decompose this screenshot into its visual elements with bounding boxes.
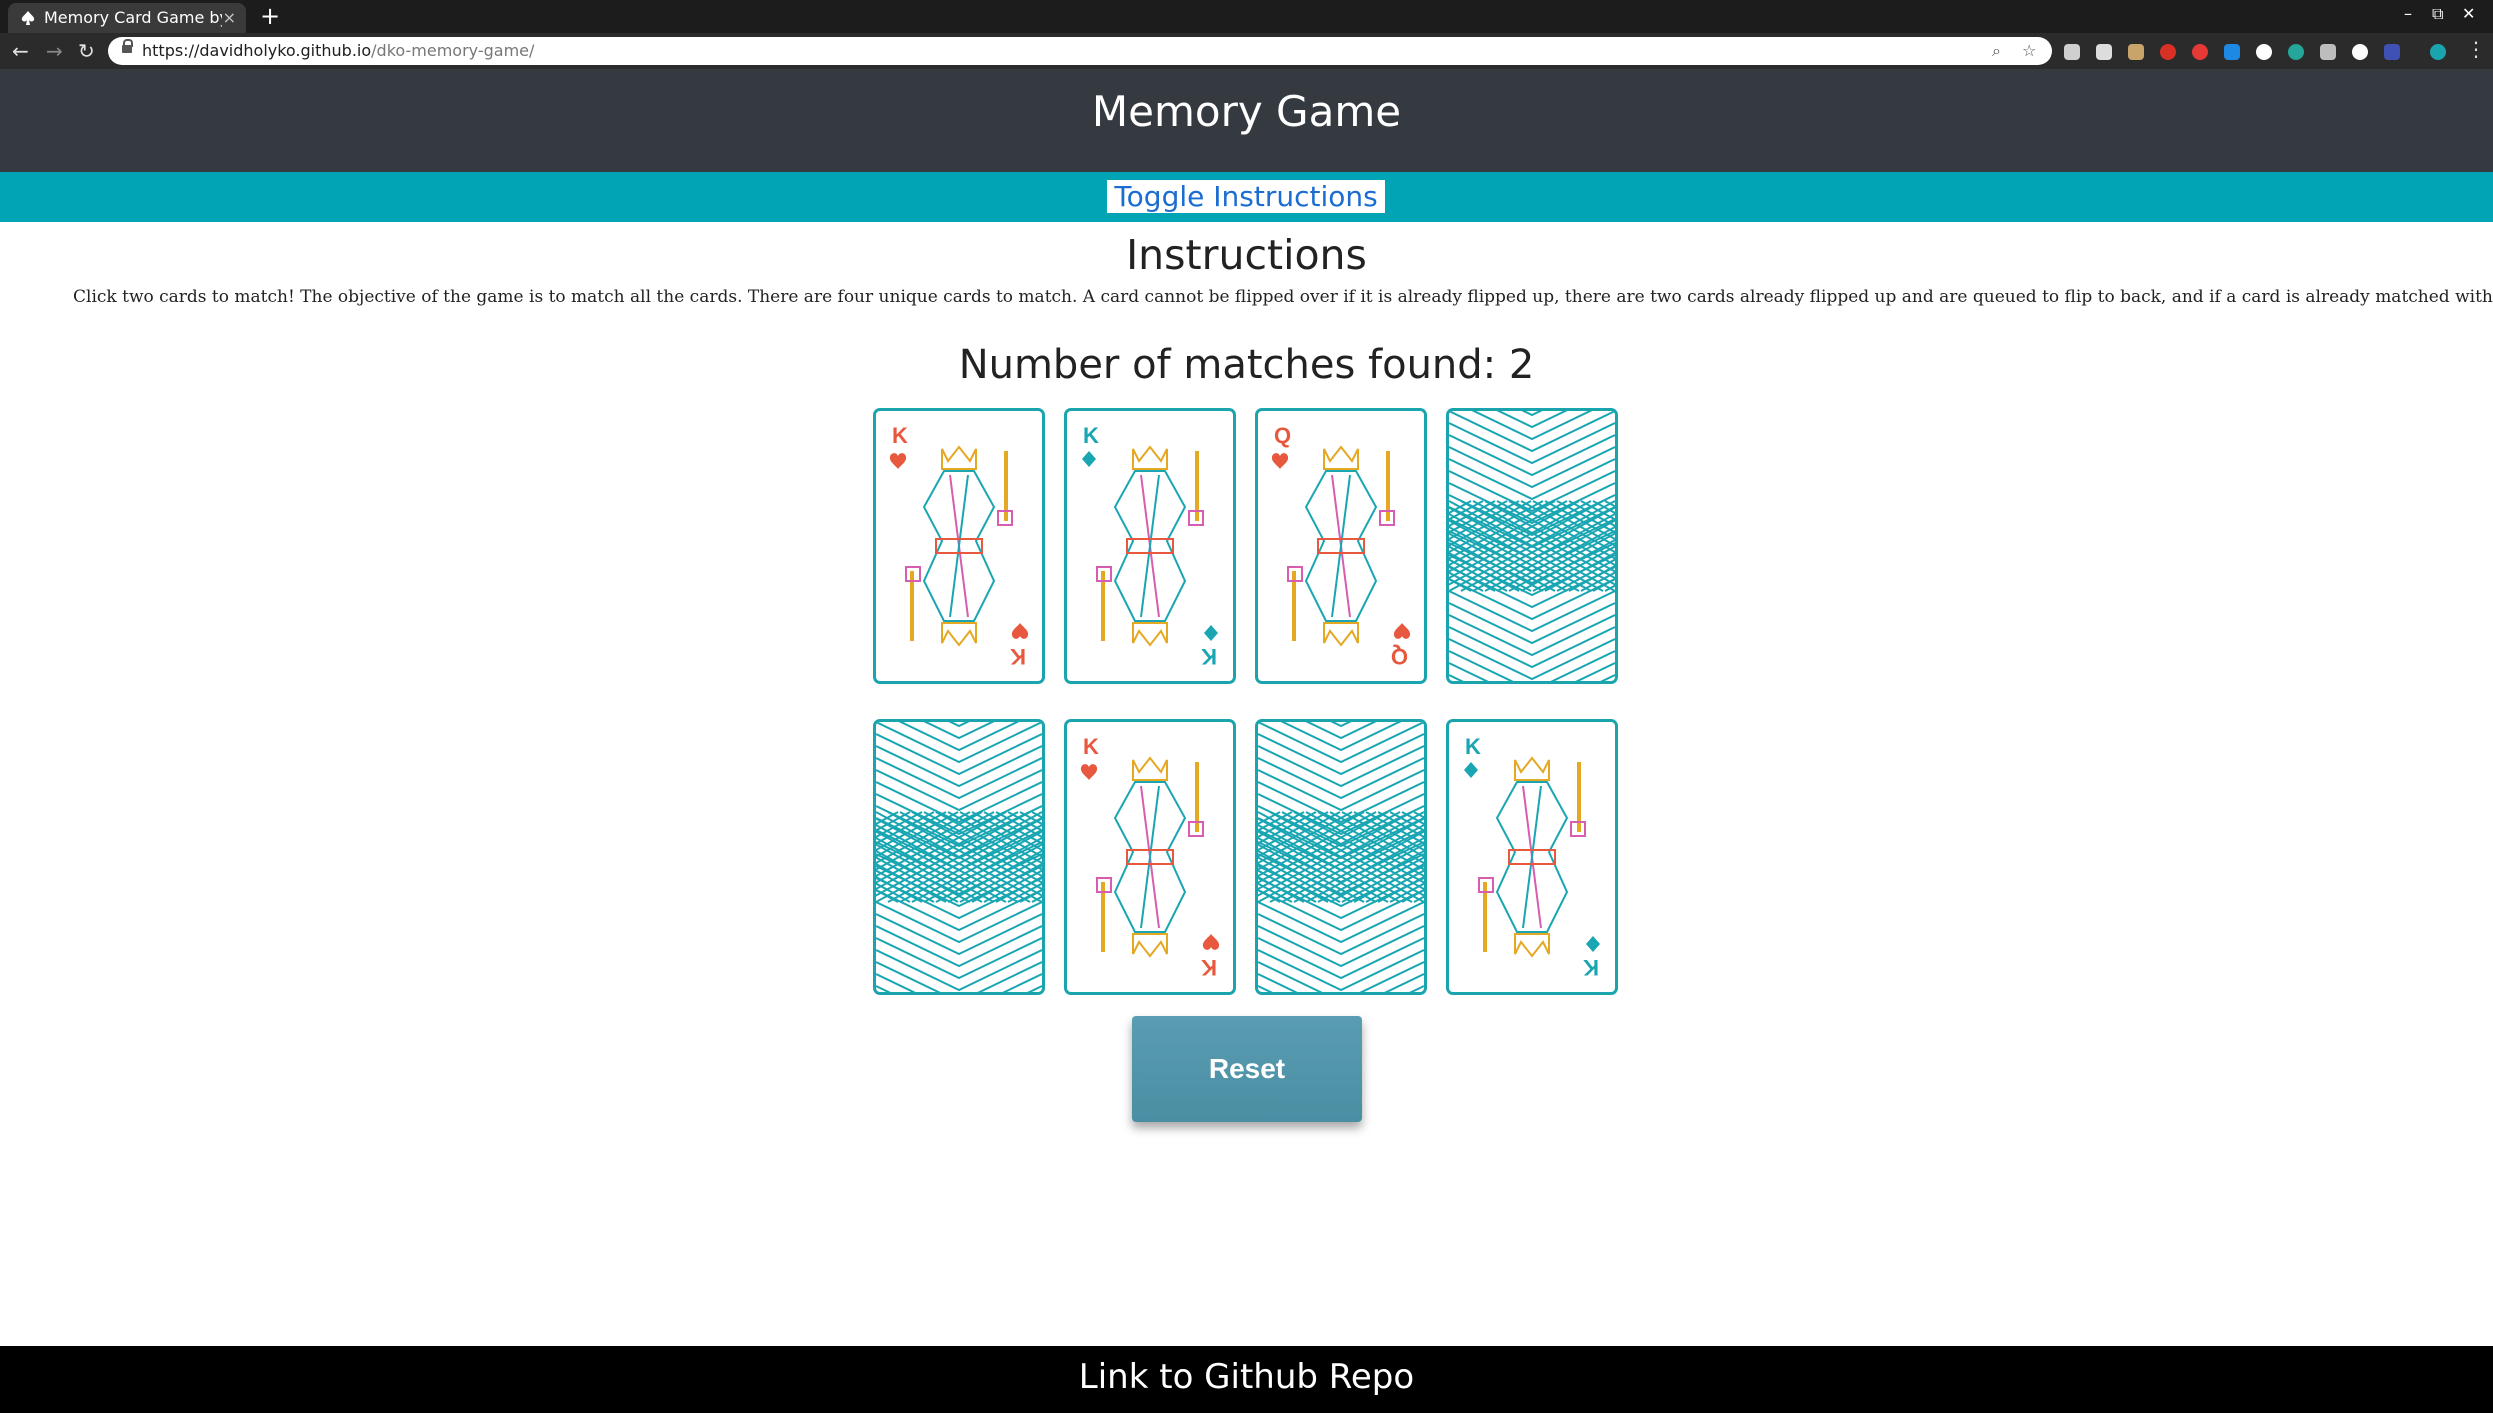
card[interactable]: QQ <box>1255 408 1427 684</box>
card-rank-label: K <box>1583 955 1599 980</box>
card-suit-icon <box>1080 764 1098 780</box>
extension-icon[interactable] <box>2096 44 2112 60</box>
reload-icon[interactable]: ↻ <box>78 37 95 65</box>
profile-avatar[interactable] <box>2430 44 2446 60</box>
card-rank-label: K <box>1201 955 1217 980</box>
extension-icon[interactable] <box>2128 44 2144 60</box>
card-back-pattern <box>1449 411 1615 681</box>
court-figure-art <box>905 445 1013 647</box>
browser-toolbar: ← → ↻ https://davidholyko.github.io/dko-… <box>0 33 2493 69</box>
url-path: /dko-memory-game/ <box>371 41 535 60</box>
court-figure-art <box>1096 445 1204 647</box>
card-rank-label: K <box>1201 644 1217 669</box>
extension-icon[interactable] <box>2320 44 2336 60</box>
card[interactable] <box>873 719 1045 995</box>
card-suit-icon <box>1011 623 1029 639</box>
extension-icon[interactable] <box>2192 44 2208 60</box>
card-suit-icon <box>1204 625 1218 641</box>
browser-tab-bar: Memory Card Game by D × + – ⧉ ✕ <box>0 0 2493 33</box>
instructions-title: Instructions <box>1126 231 1367 279</box>
card-rank-label: K <box>1083 423 1099 448</box>
spade-favicon-icon <box>21 11 35 25</box>
extension-icon[interactable] <box>2288 44 2304 60</box>
card-face: KK <box>1082 423 1218 669</box>
restore-icon[interactable]: ⧉ <box>2432 4 2443 24</box>
toggle-bar: Toggle Instructions <box>0 172 2493 222</box>
card[interactable] <box>1446 408 1618 684</box>
settings-gear-icon[interactable] <box>2352 44 2368 60</box>
court-figure-art <box>1096 756 1204 958</box>
card-suit-icon <box>1202 934 1220 950</box>
forward-icon[interactable]: → <box>46 37 63 65</box>
card-suit-icon <box>1271 453 1289 469</box>
card-back-pattern <box>1258 722 1424 992</box>
card-suit-icon <box>889 453 907 469</box>
tab-close-icon[interactable]: × <box>223 3 236 33</box>
instructions-text: Click two cards to match! The objective … <box>73 287 2493 307</box>
footer: Link to Github Repo <box>0 1346 2493 1413</box>
card-suit-icon <box>1393 623 1411 639</box>
minimize-icon[interactable]: – <box>2404 4 2412 23</box>
card-face: KK <box>1464 734 1600 980</box>
browser-tab[interactable]: Memory Card Game by D × <box>8 3 246 33</box>
card-face: KK <box>1080 734 1220 980</box>
address-bar[interactable]: https://davidholyko.github.io/dko-memory… <box>108 37 2052 65</box>
extension-icon[interactable] <box>2064 44 2080 60</box>
card-suit-icon <box>1082 451 1096 467</box>
extension-icon[interactable] <box>2256 44 2272 60</box>
card-face: QQ <box>1271 423 1411 669</box>
card[interactable]: KK <box>1064 719 1236 995</box>
github-repo-link[interactable]: Link to Github Repo <box>0 1346 2493 1408</box>
card-rank-label: K <box>1010 644 1026 669</box>
matches-counter: Number of matches found: 2 <box>958 342 1535 388</box>
card-face: KK <box>889 423 1029 669</box>
card-rank-label: Q <box>1391 644 1408 669</box>
extension-icon[interactable] <box>2160 44 2176 60</box>
card[interactable]: KK <box>1446 719 1618 995</box>
court-figure-art <box>1478 756 1586 958</box>
tab-title: Memory Card Game by D <box>44 8 222 27</box>
bookmark-star-icon[interactable]: ☆ <box>2022 37 2036 65</box>
court-figure-art <box>1287 445 1395 647</box>
card-rank-label: K <box>1083 734 1099 759</box>
back-icon[interactable]: ← <box>12 37 29 65</box>
toggle-instructions-button[interactable]: Toggle Instructions <box>1107 180 1385 213</box>
url-host: https://davidholyko.github.io <box>142 41 372 60</box>
page-title: Memory Game <box>1091 87 1402 136</box>
card-suit-icon <box>1464 762 1478 778</box>
card-suit-icon <box>1586 936 1600 952</box>
card-back-pattern <box>876 722 1042 992</box>
url-text: https://davidholyko.github.io/dko-memory… <box>142 37 534 65</box>
close-window-icon[interactable]: ✕ <box>2462 4 2475 23</box>
dropbox-icon[interactable] <box>2224 44 2240 60</box>
zoom-icon[interactable]: ⌕ <box>1992 37 2001 65</box>
extension-icon[interactable] <box>2384 44 2400 60</box>
card-rank-label: Q <box>1274 423 1291 448</box>
card[interactable]: KK <box>1064 408 1236 684</box>
reset-button[interactable]: Reset <box>1132 1016 1362 1122</box>
site-header: Memory Game <box>0 69 2493 172</box>
card-rank-label: K <box>892 423 908 448</box>
card-rank-label: K <box>1465 734 1481 759</box>
menu-kebab-icon[interactable]: ⋮ <box>2466 35 2486 63</box>
card[interactable]: KK <box>873 408 1045 684</box>
new-tab-icon[interactable]: + <box>260 2 280 30</box>
card[interactable] <box>1255 719 1427 995</box>
lock-icon <box>122 39 133 53</box>
